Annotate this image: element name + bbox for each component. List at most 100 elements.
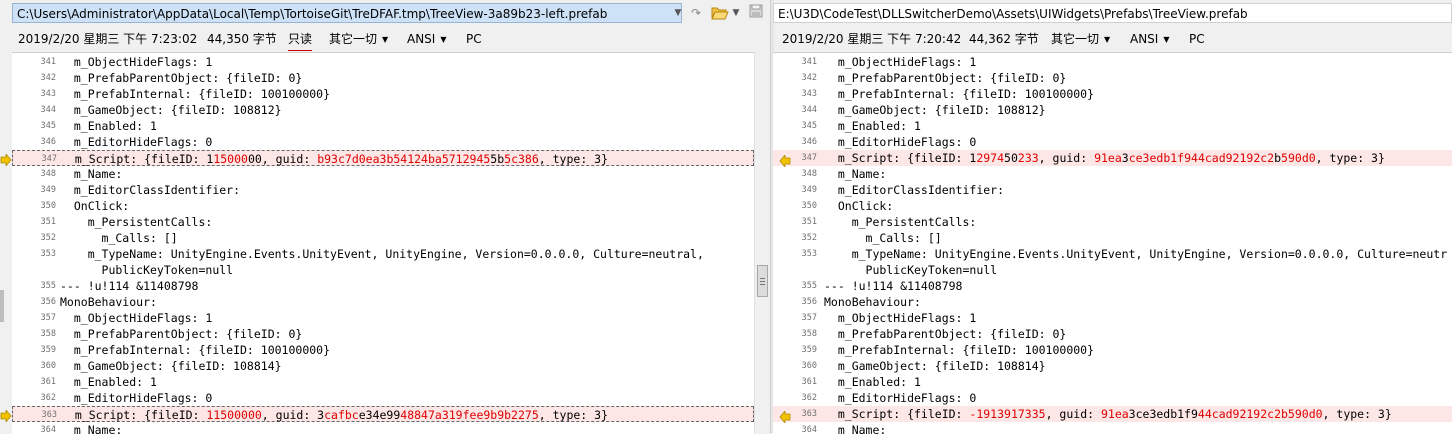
line-text: m_GameObject: {fileID: 108812} <box>60 102 282 118</box>
diff-line[interactable]: 347 m_Script: {fileID: 11500000, guid: b… <box>12 150 754 166</box>
linefeed-selector[interactable]: 其它一切 ▼ <box>329 28 388 51</box>
line-number: 343 <box>801 89 817 99</box>
code-line[interactable]: 359 m_PrefabInternal: {fileID: 100100000… <box>773 342 1452 358</box>
code-line[interactable]: 362 m_EditorHideFlags: 0 <box>12 390 754 406</box>
code-line[interactable]: 357 m_ObjectHideFlags: 1 <box>773 310 1452 326</box>
line-text: m_Enabled: 1 <box>824 118 921 134</box>
line-text: m_Script: {fileID: -1913917335, guid: 91… <box>824 406 1392 422</box>
code-line[interactable]: 359 m_PrefabInternal: {fileID: 100100000… <box>12 342 754 358</box>
text-segment: 00, guid: <box>247 152 318 166</box>
platform-label[interactable]: PC <box>466 28 482 50</box>
text-segment: m_GameObject: {fileID: 108812} <box>824 103 1046 117</box>
code-line[interactable]: 343 m_PrefabInternal: {fileID: 100100000… <box>773 86 1452 102</box>
code-line[interactable]: 350 OnClick: <box>773 198 1452 214</box>
left-diff-gutter <box>0 52 12 433</box>
text-segment: m_Enabled: 1 <box>60 119 157 133</box>
code-line[interactable]: PublicKeyToken=null <box>773 262 1452 278</box>
scrollbar-thumb[interactable] <box>757 265 768 297</box>
code-line[interactable]: 344 m_GameObject: {fileID: 108812} <box>12 102 754 118</box>
code-line[interactable]: 352 m_Calls: [] <box>773 230 1452 246</box>
code-line[interactable]: 356 MonoBehaviour: <box>773 294 1452 310</box>
text-segment: m_EditorHideFlags: 0 <box>824 391 977 405</box>
code-line[interactable]: 346 m_EditorHideFlags: 0 <box>773 134 1452 150</box>
code-line[interactable]: 346 m_EditorHideFlags: 0 <box>12 134 754 150</box>
line-text: m_ObjectHideFlags: 1 <box>60 54 212 70</box>
chevron-down-icon[interactable]: ▼ <box>731 4 741 22</box>
line-text: m_Enabled: 1 <box>824 374 921 390</box>
line-number: 348 <box>40 169 56 179</box>
text-segment: 5b <box>490 152 505 166</box>
diff-line[interactable]: 347 m_Script: {fileID: 1297450233, guid:… <box>773 150 1452 166</box>
code-line[interactable]: 349 m_EditorClassIdentifier: <box>773 182 1452 198</box>
line-text: m_Enabled: 1 <box>60 374 157 390</box>
code-line[interactable]: 362 m_EditorHideFlags: 0 <box>773 390 1452 406</box>
line-text: m_EditorHideFlags: 0 <box>824 134 976 150</box>
left-vertical-scrollbar[interactable] <box>754 52 771 433</box>
code-line[interactable]: 341 m_ObjectHideFlags: 1 <box>12 54 754 70</box>
line-number: 361 <box>40 377 56 387</box>
code-line[interactable]: 342 m_PrefabParentObject: {fileID: 0} <box>12 70 754 86</box>
code-line[interactable]: 350 OnClick: <box>12 198 754 214</box>
line-text: m_PrefabParentObject: {fileID: 0} <box>60 326 302 342</box>
code-line[interactable]: 348 m_Name: <box>12 166 754 182</box>
arrow-right-icon[interactable] <box>0 151 12 168</box>
code-line[interactable]: 356 MonoBehaviour: <box>12 294 754 310</box>
left-code-view[interactable]: 341 m_ObjectHideFlags: 1 342 m_PrefabPare… <box>12 52 754 434</box>
text-segment: e34e99 <box>358 408 401 422</box>
code-line[interactable]: 358 m_PrefabParentObject: {fileID: 0} <box>12 326 754 342</box>
changed-text: 91ea <box>1094 151 1122 165</box>
arrow-left-icon[interactable] <box>779 152 791 169</box>
line-text: m_PrefabParentObject: {fileID: 0} <box>824 70 1066 86</box>
line-text: m_Calls: [] <box>60 230 178 246</box>
right-file-path-input[interactable]: E:\U3D\CodeTest\DLLSwitcherDemo\Assets\U… <box>773 3 1452 23</box>
code-line[interactable]: 345 m_Enabled: 1 <box>773 118 1452 134</box>
arrow-right-icon[interactable] <box>0 407 12 424</box>
line-number: 356 <box>801 297 817 307</box>
code-line[interactable]: 360 m_GameObject: {fileID: 108814} <box>773 358 1452 374</box>
linefeed-selector[interactable]: 其它一切 ▼ <box>1051 28 1110 51</box>
arrow-left-icon[interactable] <box>779 408 791 425</box>
code-line[interactable]: 353 m_TypeName: UnityEngine.Events.Unity… <box>12 246 754 262</box>
goto-icon[interactable]: ↷ <box>688 4 704 22</box>
left-file-path-input[interactable]: C:\Users\Administrator\AppData\Local\Tem… <box>12 3 682 23</box>
code-line[interactable]: PublicKeyToken=null <box>12 262 754 278</box>
code-line[interactable]: 352 m_Calls: [] <box>12 230 754 246</box>
right-code-view[interactable]: 341 m_ObjectHideFlags: 1 342 m_PrefabPare… <box>773 52 1452 434</box>
code-line[interactable]: 349 m_EditorClassIdentifier: <box>12 182 754 198</box>
diff-line[interactable]: 363 m_Script: {fileID: -1913917335, guid… <box>773 406 1452 422</box>
code-line[interactable]: 355 --- !u!114 &11408798 <box>773 278 1452 294</box>
text-segment: , guid: <box>1038 151 1095 165</box>
code-line[interactable]: 364 m_Name: <box>773 422 1452 434</box>
code-line[interactable]: 364 m_Name: <box>12 422 754 434</box>
text-segment: OnClick: <box>824 199 894 213</box>
chevron-down-icon[interactable]: ▼ <box>672 4 684 22</box>
encoding-selector[interactable]: ANSI ▼ <box>407 28 447 51</box>
save-icon[interactable] <box>748 4 764 22</box>
code-line[interactable]: 358 m_PrefabParentObject: {fileID: 0} <box>773 326 1452 342</box>
encoding-selector[interactable]: ANSI ▼ <box>1130 28 1170 51</box>
code-line[interactable]: 355 --- !u!114 &11408798 <box>12 278 754 294</box>
line-number: 355 <box>801 281 817 291</box>
code-line[interactable]: 345 m_Enabled: 1 <box>12 118 754 134</box>
platform-label[interactable]: PC <box>1189 28 1205 50</box>
code-line[interactable]: 353 m_TypeName: UnityEngine.Events.Unity… <box>773 246 1452 262</box>
right-file-pane: E:\U3D\CodeTest\DLLSwitcherDemo\Assets\U… <box>773 0 1452 434</box>
code-line[interactable]: 360 m_GameObject: {fileID: 108814} <box>12 358 754 374</box>
folder-open-icon[interactable] <box>711 4 729 22</box>
text-segment: m_Script: {fileID: 1 <box>61 152 214 166</box>
code-line[interactable]: 361 m_Enabled: 1 <box>12 374 754 390</box>
code-line[interactable]: 351 m_PersistentCalls: <box>12 214 754 230</box>
code-line[interactable]: 341 m_ObjectHideFlags: 1 <box>773 54 1452 70</box>
code-line[interactable]: 344 m_GameObject: {fileID: 108812} <box>773 102 1452 118</box>
diff-line[interactable]: 363 m_Script: {fileID: 11500000, guid: 3… <box>12 406 754 422</box>
code-line[interactable]: 348 m_Name: <box>773 166 1452 182</box>
line-number: 345 <box>40 121 56 131</box>
code-line[interactable]: 342 m_PrefabParentObject: {fileID: 0} <box>773 70 1452 86</box>
code-line[interactable]: 351 m_PersistentCalls: <box>773 214 1452 230</box>
code-line[interactable]: 361 m_Enabled: 1 <box>773 374 1452 390</box>
line-number: 352 <box>40 233 56 243</box>
line-number: 356 <box>40 297 56 307</box>
code-line[interactable]: 343 m_PrefabInternal: {fileID: 100100000… <box>12 86 754 102</box>
code-line[interactable]: 357 m_ObjectHideFlags: 1 <box>12 310 754 326</box>
readonly-toggle[interactable]: 只读 <box>288 28 313 51</box>
